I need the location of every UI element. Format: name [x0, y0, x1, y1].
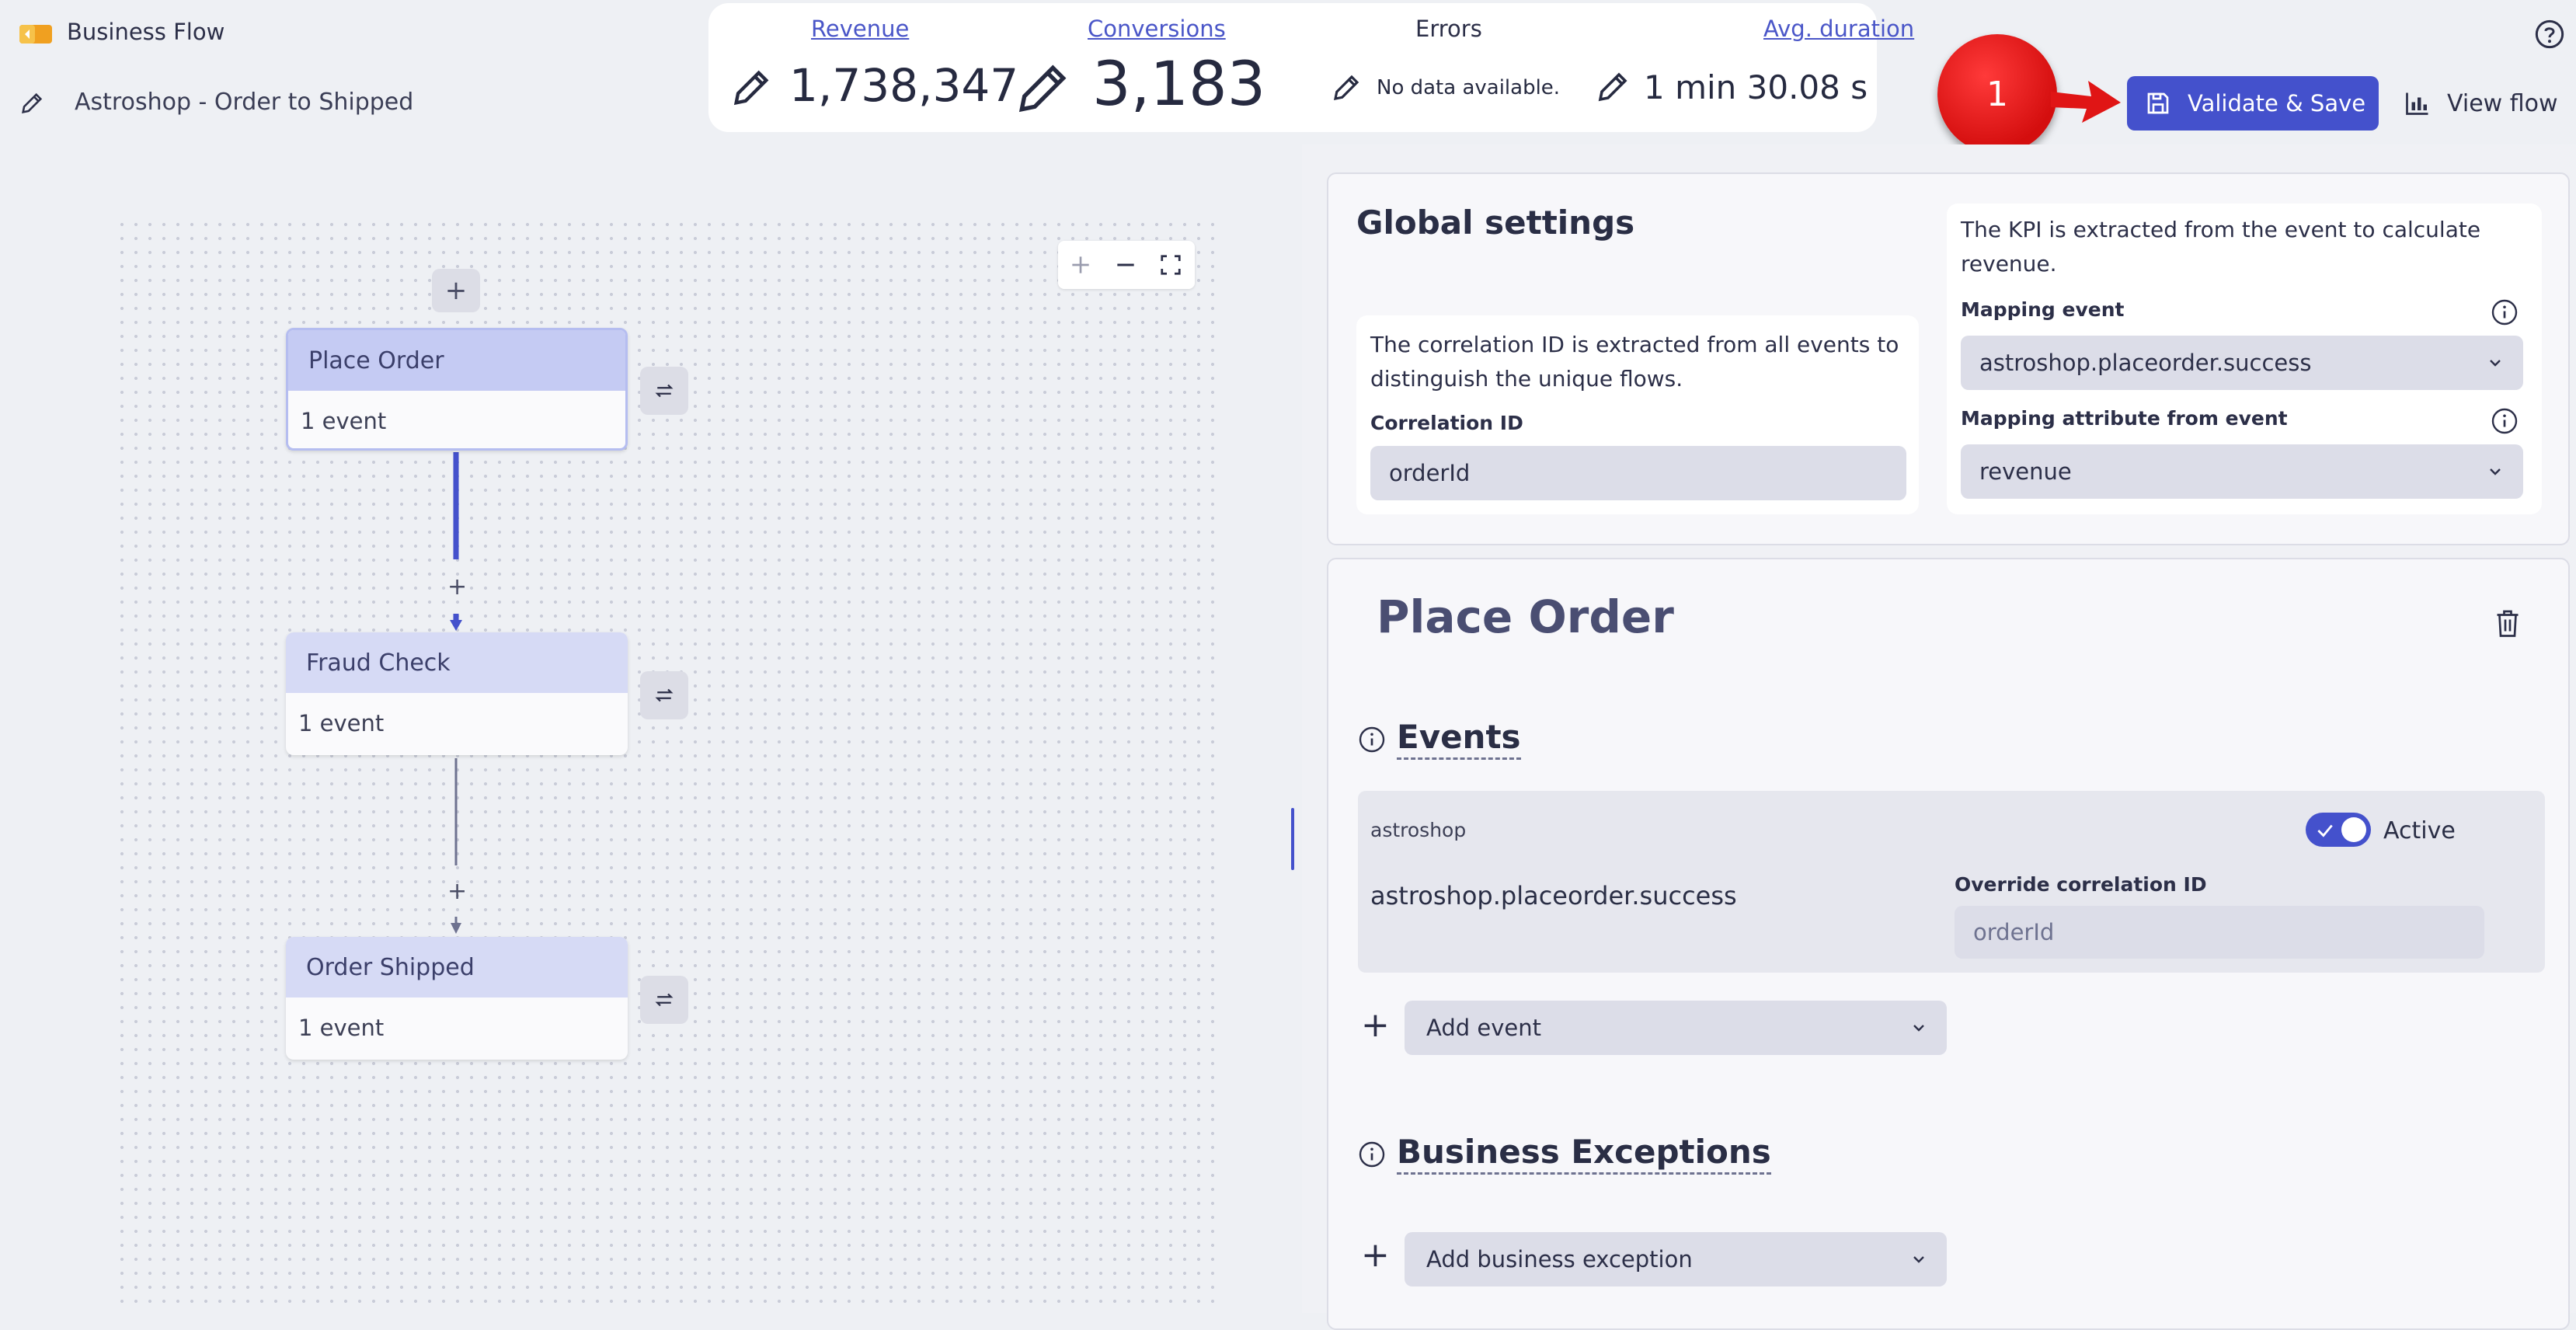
node-event-count: 1 event	[298, 1015, 385, 1041]
node-title: Fraud Check	[286, 632, 628, 693]
mapping-event-label: Mapping event	[1961, 298, 2125, 321]
kpi-conversions-value: 3,183	[1092, 50, 1266, 120]
add-event-select[interactable]: Add event	[1405, 1001, 1947, 1055]
kpi-conversions: Conversions 3,183	[1011, 3, 1322, 132]
view-flow-label: View flow	[2447, 89, 2558, 117]
override-correlation-input[interactable]: orderId	[1955, 906, 2484, 959]
mapping-event-select[interactable]: astroshop.placeorder.success	[1961, 336, 2523, 390]
add-event-label: Add event	[1426, 1015, 1541, 1041]
toggle-knob	[2341, 817, 2366, 842]
edit-conversions-icon[interactable]	[1011, 57, 1074, 120]
node-title: Order Shipped	[286, 937, 628, 998]
add-business-exception-label: Add business exception	[1426, 1246, 1693, 1273]
global-settings-title: Global settings	[1356, 204, 1635, 242]
info-icon[interactable]	[1358, 726, 1386, 754]
flow-node-place-order[interactable]: Place Order 1 event	[286, 328, 628, 451]
node-title: Place Order	[288, 330, 625, 391]
edit-errors-icon[interactable]	[1330, 71, 1363, 104]
kpi-description: The KPI is extracted from the event to c…	[1961, 217, 2481, 277]
event-source: astroshop	[1370, 819, 1467, 841]
panel-resize-handle[interactable]	[1291, 808, 1294, 870]
info-icon[interactable]	[2491, 298, 2519, 326]
insert-step-button[interactable]: +	[447, 573, 467, 601]
kpi-errors-value: No data available.	[1377, 76, 1561, 99]
event-name: astroshop.placeorder.success	[1370, 881, 1737, 910]
help-icon[interactable]	[2534, 19, 2565, 50]
add-step-button[interactable]: +	[432, 269, 480, 312]
step-title[interactable]: Place Order	[1377, 590, 1674, 643]
kpi-avg-duration-value: 1 min 30.08 s	[1644, 68, 1868, 106]
kpi-conversions-label[interactable]: Conversions	[1088, 16, 1226, 42]
correlation-id-value: orderId	[1389, 460, 1471, 486]
active-label: Active	[2383, 817, 2456, 844]
chevron-down-icon	[1913, 1025, 1924, 1032]
validate-save-button[interactable]: Validate & Save	[2127, 76, 2379, 131]
swap-icon[interactable]	[640, 976, 688, 1024]
business-flow-app-icon	[19, 23, 53, 45]
chevron-down-icon	[1913, 1256, 1924, 1263]
kpi-avg-duration: Avg. duration 1 min 30.08 s	[1594, 3, 1914, 132]
correlation-section: The correlation ID is extracted from all…	[1356, 315, 1919, 514]
edit-avg-duration-icon[interactable]	[1594, 68, 1631, 106]
trash-icon[interactable]	[2494, 608, 2522, 639]
kpi-summary-card: Revenue 1,738,347 Conversions 3,183 Erro…	[708, 3, 1914, 132]
info-icon[interactable]	[2491, 407, 2519, 435]
add-business-exception-select[interactable]: Add business exception	[1405, 1232, 1947, 1286]
save-icon	[2144, 89, 2172, 117]
override-correlation-label: Override correlation ID	[1955, 873, 2207, 896]
insert-step-button[interactable]: +	[447, 878, 467, 905]
bar-chart-icon	[2404, 89, 2432, 117]
check-icon	[2317, 824, 2333, 837]
kpi-revenue-label[interactable]: Revenue	[811, 16, 909, 42]
chevron-down-icon	[2490, 468, 2501, 475]
mapping-attribute-select[interactable]: revenue	[1961, 444, 2523, 499]
zoom-in-icon[interactable]	[1058, 241, 1103, 289]
zoom-out-icon[interactable]	[1103, 241, 1148, 289]
mapping-attribute-label: Mapping attribute from event	[1961, 407, 2288, 430]
node-event-count: 1 event	[298, 710, 385, 736]
flow-node-order-shipped[interactable]: Order Shipped 1 event	[286, 937, 628, 1060]
kpi-errors-label: Errors	[1415, 16, 1482, 42]
zoom-controls	[1058, 241, 1195, 289]
kpi-avg-duration-label[interactable]: Avg. duration	[1763, 16, 1914, 42]
node-event-count: 1 event	[301, 408, 387, 434]
active-toggle[interactable]	[2306, 813, 2371, 847]
swap-icon[interactable]	[640, 367, 688, 415]
events-section-title: Events	[1397, 718, 1521, 760]
business-exceptions-title: Business Exceptions	[1397, 1133, 1771, 1175]
view-flow-button[interactable]: View flow	[2404, 76, 2568, 131]
correlation-id-input[interactable]: orderId	[1370, 446, 1906, 500]
edit-flow-name-icon[interactable]	[19, 90, 45, 117]
mapping-event-value: astroshop.placeorder.success	[1979, 350, 2312, 376]
swap-icon[interactable]	[640, 671, 688, 719]
add-event-plus-icon[interactable]: +	[1361, 1005, 1390, 1045]
correlation-description: The correlation ID is extracted from all…	[1370, 332, 1899, 392]
chevron-down-icon	[2490, 360, 2501, 367]
flow-name[interactable]: Astroshop - Order to Shipped	[75, 89, 413, 116]
edit-revenue-icon[interactable]	[729, 65, 774, 110]
kpi-mapping-section: The KPI is extracted from the event to c…	[1947, 204, 2542, 514]
override-correlation-placeholder: orderId	[1973, 919, 2055, 945]
info-icon[interactable]	[1358, 1140, 1386, 1168]
correlation-id-label: Correlation ID	[1370, 412, 1523, 434]
annotation-arrow-icon	[2051, 75, 2121, 129]
flow-node-fraud-check[interactable]: Fraud Check 1 event	[286, 632, 628, 755]
app-title: Business Flow	[67, 19, 225, 45]
mapping-attribute-value: revenue	[1979, 458, 2072, 485]
fit-screen-icon[interactable]	[1148, 241, 1193, 289]
add-exception-plus-icon[interactable]: +	[1361, 1235, 1390, 1275]
annotation-badge: 1	[1937, 34, 2057, 154]
kpi-revenue-value: 1,738,347	[789, 59, 1019, 112]
kpi-errors: Errors No data available.	[1330, 3, 1571, 132]
validate-save-label: Validate & Save	[2188, 90, 2366, 117]
kpi-revenue: Revenue 1,738,347	[708, 3, 1018, 132]
